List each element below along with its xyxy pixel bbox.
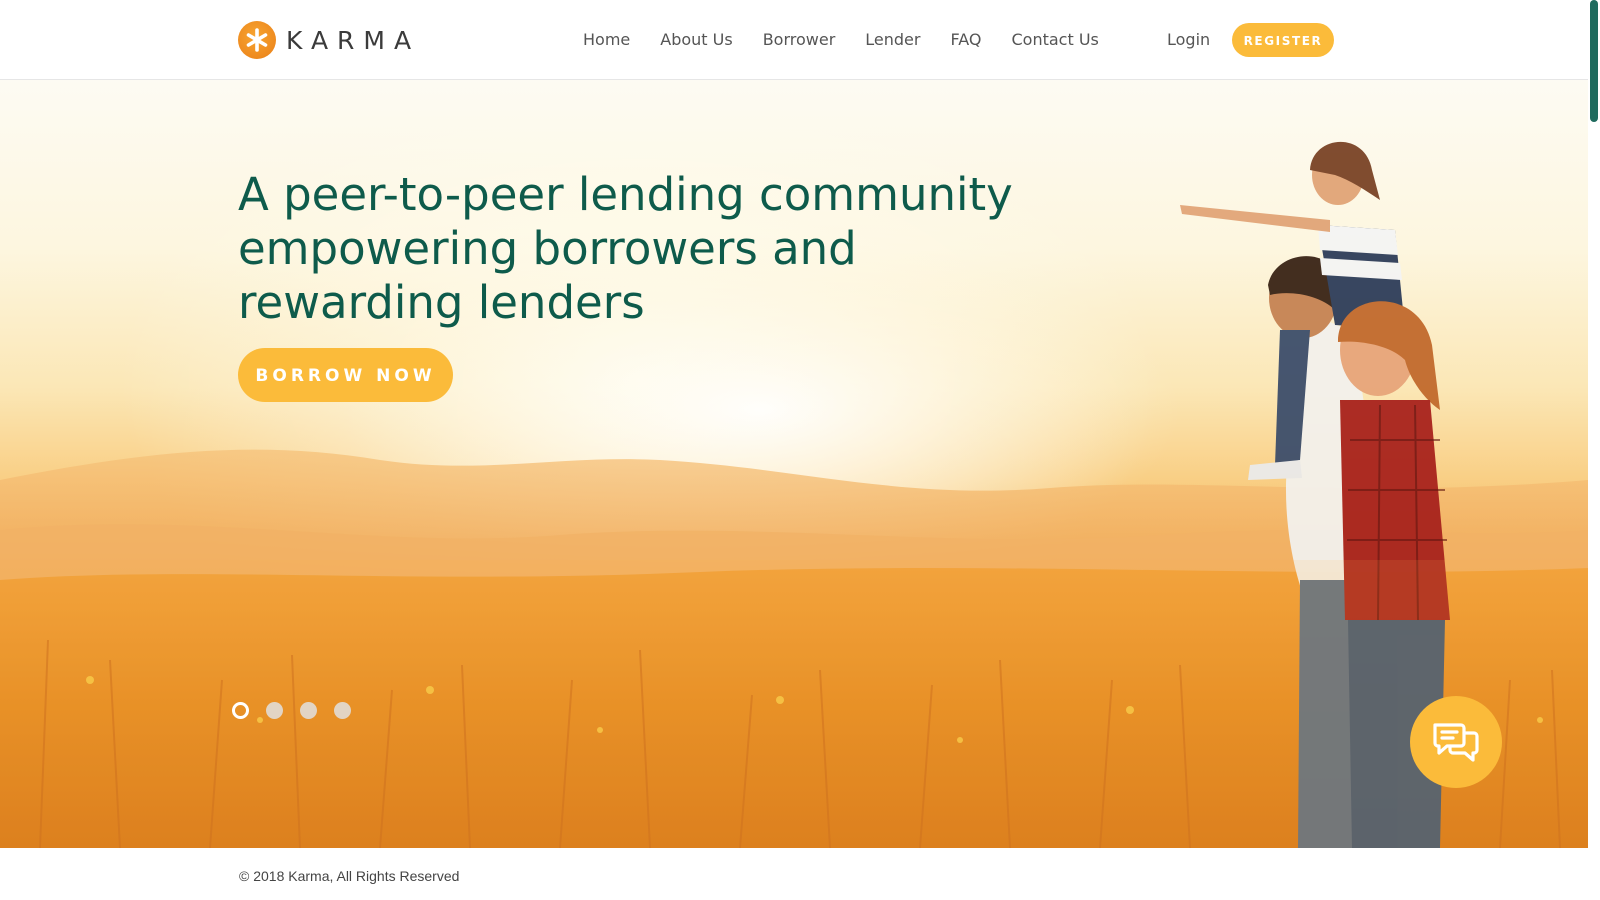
- borrow-now-button[interactable]: BORROW NOW: [238, 348, 453, 402]
- slider-pagination: [232, 702, 368, 719]
- site-footer: © 2018 Karma, All Rights Reserved: [0, 848, 1588, 900]
- nav-faq[interactable]: FAQ: [950, 28, 981, 52]
- site-header: KARMA Home About Us Borrower Lender FAQ …: [0, 0, 1588, 80]
- slider-dot-2[interactable]: [266, 702, 283, 719]
- nav-lender[interactable]: Lender: [865, 28, 920, 52]
- karma-logo[interactable]: KARMA: [238, 20, 420, 60]
- main-nav: Home About Us Borrower Lender FAQ Contac…: [583, 28, 1099, 52]
- scrollbar-thumb[interactable]: [1590, 0, 1598, 122]
- login-link[interactable]: Login: [1167, 28, 1210, 52]
- nav-about-us[interactable]: About Us: [660, 28, 732, 52]
- brand-name: KARMA: [286, 25, 421, 55]
- hero-headline: A peer-to-peer lending community empower…: [238, 168, 1013, 329]
- scrollbar-track[interactable]: [1588, 0, 1600, 900]
- slider-dot-4[interactable]: [334, 702, 351, 719]
- nav-borrower[interactable]: Borrower: [763, 28, 836, 52]
- karma-logo-icon: [238, 21, 276, 59]
- slider-dot-3[interactable]: [300, 702, 317, 719]
- copyright-text: © 2018 Karma, All Rights Reserved: [239, 868, 460, 884]
- hero-slider: A peer-to-peer lending community empower…: [0, 80, 1588, 848]
- nav-contact-us[interactable]: Contact Us: [1011, 28, 1098, 52]
- register-button[interactable]: REGISTER: [1232, 23, 1334, 57]
- chat-button[interactable]: [1410, 696, 1502, 788]
- slider-dot-1[interactable]: [232, 702, 249, 719]
- nav-home[interactable]: Home: [583, 28, 630, 52]
- chat-bubbles-icon: [1433, 723, 1479, 762]
